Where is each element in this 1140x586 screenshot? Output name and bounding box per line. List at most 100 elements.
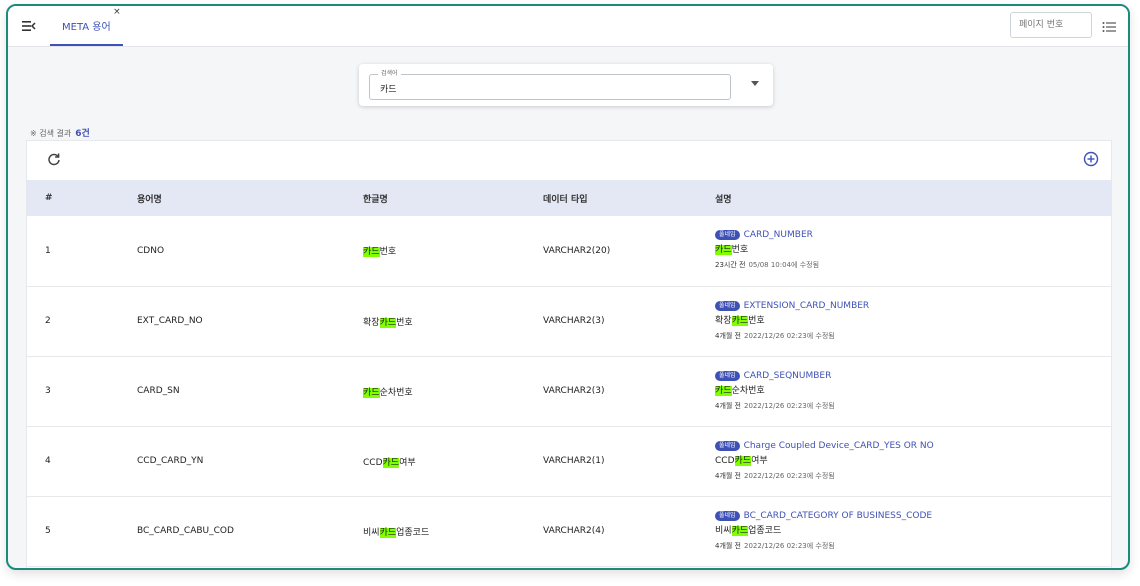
tab-label: META 용어 <box>62 21 111 33</box>
row-number: 4 <box>45 456 51 466</box>
modified-timestamp: 2022/12/26 02:23에 수정됨 <box>744 471 835 480</box>
header-description[interactable]: 설명 <box>715 180 1111 216</box>
english-name-link[interactable]: BC_CARD_CATEGORY OF BUSINESS_CODE <box>744 511 933 521</box>
result-summary: ※ 검색 결과 6건 <box>30 126 90 139</box>
korean-prefix: CCD <box>363 457 383 468</box>
search-value[interactable]: 카드 <box>380 82 397 95</box>
terms-table: # 용어명 한글명 데이터 타입 설명 1 CDNO 카드번호 VARCHAR2… <box>27 180 1111 567</box>
relative-time: 4개월 전 <box>715 401 741 410</box>
relative-time: 4개월 전 <box>715 471 741 480</box>
modified-timestamp: 2022/12/26 02:23에 수정됨 <box>744 541 835 550</box>
header-data-type[interactable]: 데이터 타입 <box>543 180 715 216</box>
result-prefix: ※ 검색 결과 <box>30 129 72 138</box>
top-bar: META 용어 × <box>8 6 1128 47</box>
page-number-input[interactable] <box>1010 12 1092 38</box>
row-korean-name: 확장카드번호 <box>363 286 543 356</box>
row-number: 1 <box>45 245 51 256</box>
fullname-badge: 풀네임 <box>715 300 740 311</box>
result-count: 6건 <box>75 129 90 139</box>
korean-suffix: 번호 <box>396 317 413 328</box>
relative-time: 4개월 전 <box>715 541 741 550</box>
search-highlight: 카드 <box>715 245 732 256</box>
row-term: CARD_SN <box>137 386 180 396</box>
tab-meta-terms[interactable]: META 용어 × <box>50 6 123 46</box>
desc-prefix: 비씨 <box>715 525 732 536</box>
table-header-row: # 용어명 한글명 데이터 타입 설명 <box>27 180 1111 216</box>
desc-prefix: 확장 <box>715 315 732 326</box>
row-korean-name: 비씨카드업종코드 <box>363 496 543 566</box>
modified-timestamp: 2022/12/26 02:23에 수정됨 <box>744 331 835 340</box>
table-row[interactable]: 2 EXT_CARD_NO 확장카드번호 VARCHAR2(3) 풀네임 EXTE… <box>27 286 1111 356</box>
search-highlight: 카드 <box>715 385 732 396</box>
korean-suffix: 번호 <box>379 247 397 258</box>
desc-prefix: CCD <box>715 455 735 466</box>
refresh-icon[interactable] <box>47 151 61 166</box>
row-number: 3 <box>45 386 51 396</box>
table-row[interactable]: 3 CARD_SN 카드순차번호 VARCHAR2(3) 풀네임 CARD_SEQ… <box>27 356 1111 426</box>
fullname-badge: 풀네임 <box>715 440 740 451</box>
search-highlight: 카드 <box>731 315 749 326</box>
row-data-type: VARCHAR2(1) <box>543 456 605 466</box>
relative-time: 4개월 전 <box>715 331 741 340</box>
row-term: CDNO <box>137 245 165 256</box>
english-name-link[interactable]: CARD_NUMBER <box>744 230 813 240</box>
row-description: 풀네임 CARD_SEQNUMBER 카드순차번호 4개월 전 2022/12/26… <box>715 356 1111 426</box>
search-highlight: 카드 <box>363 387 380 398</box>
header-korean-name[interactable]: 한글명 <box>363 180 543 216</box>
korean-suffix: 여부 <box>399 457 416 468</box>
korean-prefix: 비씨 <box>363 527 380 538</box>
search-highlight: 카드 <box>379 527 397 538</box>
results-panel: # 용어명 한글명 데이터 타입 설명 1 CDNO 카드번호 VARCHAR2… <box>26 140 1112 568</box>
search-label: 검색어 <box>378 70 401 78</box>
header-term[interactable]: 용어명 <box>137 180 363 216</box>
app-window: META 용어 × 검색어 카드 ※ 검색 결과6건 <box>6 4 1130 570</box>
modified-timestamp: 05/08 10:04에 수정됨 <box>748 261 820 270</box>
row-data-type: VARCHAR2(4) <box>543 526 605 536</box>
row-description: 풀네임 CARD_NUMBER 카드번호 23시간 전 05/08 10:04에 수… <box>715 216 1111 286</box>
relative-time: 23시간 전 <box>715 261 746 270</box>
close-icon[interactable]: × <box>113 8 121 17</box>
modified-timestamp: 2022/12/26 02:23에 수정됨 <box>744 401 835 410</box>
korean-suffix: 순차번호 <box>379 387 413 398</box>
korean-prefix: 확장 <box>363 317 380 328</box>
desc-suffix: 여부 <box>751 455 768 466</box>
table-row[interactable]: 5 BC_CARD_CABU_COD 비씨카드업종코드 VARCHAR2(4) … <box>27 496 1111 566</box>
row-description: 풀네임 Charge Coupled Device_CARD_YES OR NO … <box>715 426 1111 496</box>
row-data-type: VARCHAR2(3) <box>543 316 605 326</box>
add-circle-icon[interactable] <box>1083 151 1099 167</box>
table-row[interactable]: 1 CDNO 카드번호 VARCHAR2(20) 풀네임 CARD_NUMBER … <box>27 216 1111 286</box>
row-description: 풀네임 BC_CARD_CATEGORY OF BUSINESS_CODE 비씨카… <box>715 496 1111 566</box>
english-name-link[interactable]: CARD_SEQNUMBER <box>744 371 832 381</box>
english-name-link[interactable]: EXTENSION_CARD_NUMBER <box>744 301 870 311</box>
chevron-down-icon[interactable] <box>751 81 759 86</box>
menu-collapse-icon[interactable] <box>20 17 38 35</box>
search-highlight: 카드 <box>379 317 397 328</box>
desc-suffix: 번호 <box>748 315 765 326</box>
desc-suffix: 업종코드 <box>748 525 782 536</box>
row-number: 2 <box>45 316 51 326</box>
search-box: 검색어 카드 <box>359 64 773 106</box>
row-korean-name: 카드순차번호 <box>363 356 543 426</box>
desc-suffix: 번호 <box>731 245 749 256</box>
row-number: 5 <box>45 526 51 536</box>
search-highlight: 카드 <box>382 457 400 468</box>
table-row[interactable]: 4 CCD_CARD_YN CCD카드여부 VARCHAR2(1) 풀네임 Cha… <box>27 426 1111 496</box>
english-name-link[interactable]: Charge Coupled Device_CARD_YES OR NO <box>744 441 934 451</box>
row-description: 풀네임 EXTENSION_CARD_NUMBER 확장카드번호 4개월 전 202… <box>715 286 1111 356</box>
row-data-type: VARCHAR2(20) <box>543 245 611 256</box>
row-term: BC_CARD_CABU_COD <box>137 526 234 536</box>
header-number[interactable]: # <box>27 180 137 216</box>
row-korean-name: 카드번호 <box>363 216 543 286</box>
row-korean-name: CCD카드여부 <box>363 426 543 496</box>
row-term: CCD_CARD_YN <box>137 456 204 466</box>
fullname-badge: 풀네임 <box>715 510 740 521</box>
korean-suffix: 업종코드 <box>396 527 430 538</box>
row-data-type: VARCHAR2(3) <box>543 386 605 396</box>
search-highlight: 카드 <box>363 247 380 258</box>
fullname-badge: 풀네임 <box>715 230 740 241</box>
list-icon[interactable] <box>1102 18 1118 32</box>
desc-suffix: 순차번호 <box>731 385 765 396</box>
search-highlight: 카드 <box>731 525 749 536</box>
search-field[interactable]: 검색어 카드 <box>369 70 731 100</box>
search-highlight: 카드 <box>734 455 752 466</box>
